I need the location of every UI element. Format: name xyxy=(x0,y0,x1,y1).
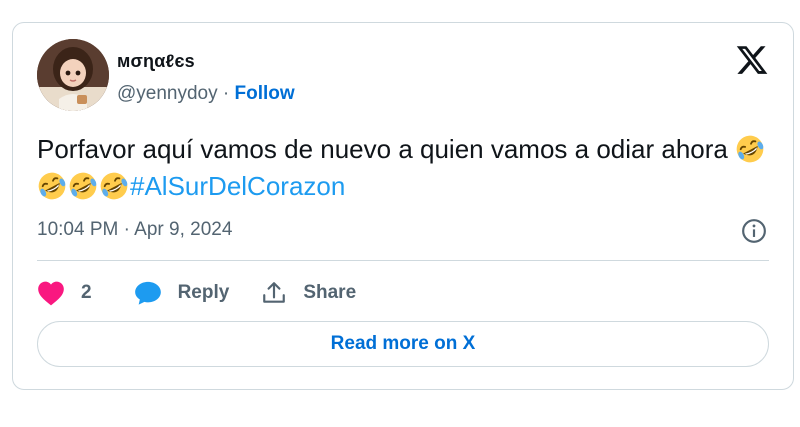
follow-link[interactable]: Follow xyxy=(235,83,295,104)
reply-label: Reply xyxy=(177,282,230,303)
laughing-emoji-icon xyxy=(69,172,97,200)
heart-icon xyxy=(38,281,64,306)
action-bar: 2 Reply Share xyxy=(37,277,356,309)
share-label: Share xyxy=(303,282,357,303)
laughing-emoji-icon xyxy=(100,172,128,200)
handle-row: @yennydoy · Follow xyxy=(117,83,295,105)
tweet-text: Porfavor aquí vamos de nuevo a quien vam… xyxy=(37,131,767,205)
hashtag-link[interactable]: #AlSurDelCorazon xyxy=(130,171,345,201)
x-logo-icon[interactable] xyxy=(735,43,769,77)
display-name[interactable]: мσɳαℓєѕ xyxy=(117,51,195,72)
avatar[interactable] xyxy=(37,39,109,111)
info-icon[interactable] xyxy=(741,218,767,244)
read-more-button[interactable]: Read more on X xyxy=(37,321,769,367)
reply-button[interactable]: Reply xyxy=(134,280,230,306)
timestamp[interactable]: 10:04 PM · Apr 9, 2024 xyxy=(37,219,232,241)
like-button[interactable]: 2 xyxy=(37,280,134,306)
laughing-emoji-icon xyxy=(736,135,764,163)
divider xyxy=(37,260,769,261)
like-count: 2 xyxy=(81,282,92,303)
avatar-image xyxy=(37,39,109,111)
share-button[interactable]: Share xyxy=(261,280,356,306)
share-icon xyxy=(263,282,286,303)
tweet-card: мσɳαℓєѕ @yennydoy · Follow Porfavor aquí… xyxy=(12,22,794,390)
tweet-body: Porfavor aquí vamos de nuevo a quien vam… xyxy=(37,134,736,164)
laughing-emoji-icon xyxy=(38,172,66,200)
handle[interactable]: @yennydoy xyxy=(117,83,218,104)
reply-bubble-icon xyxy=(134,281,161,305)
handle-separator: · xyxy=(217,83,235,104)
